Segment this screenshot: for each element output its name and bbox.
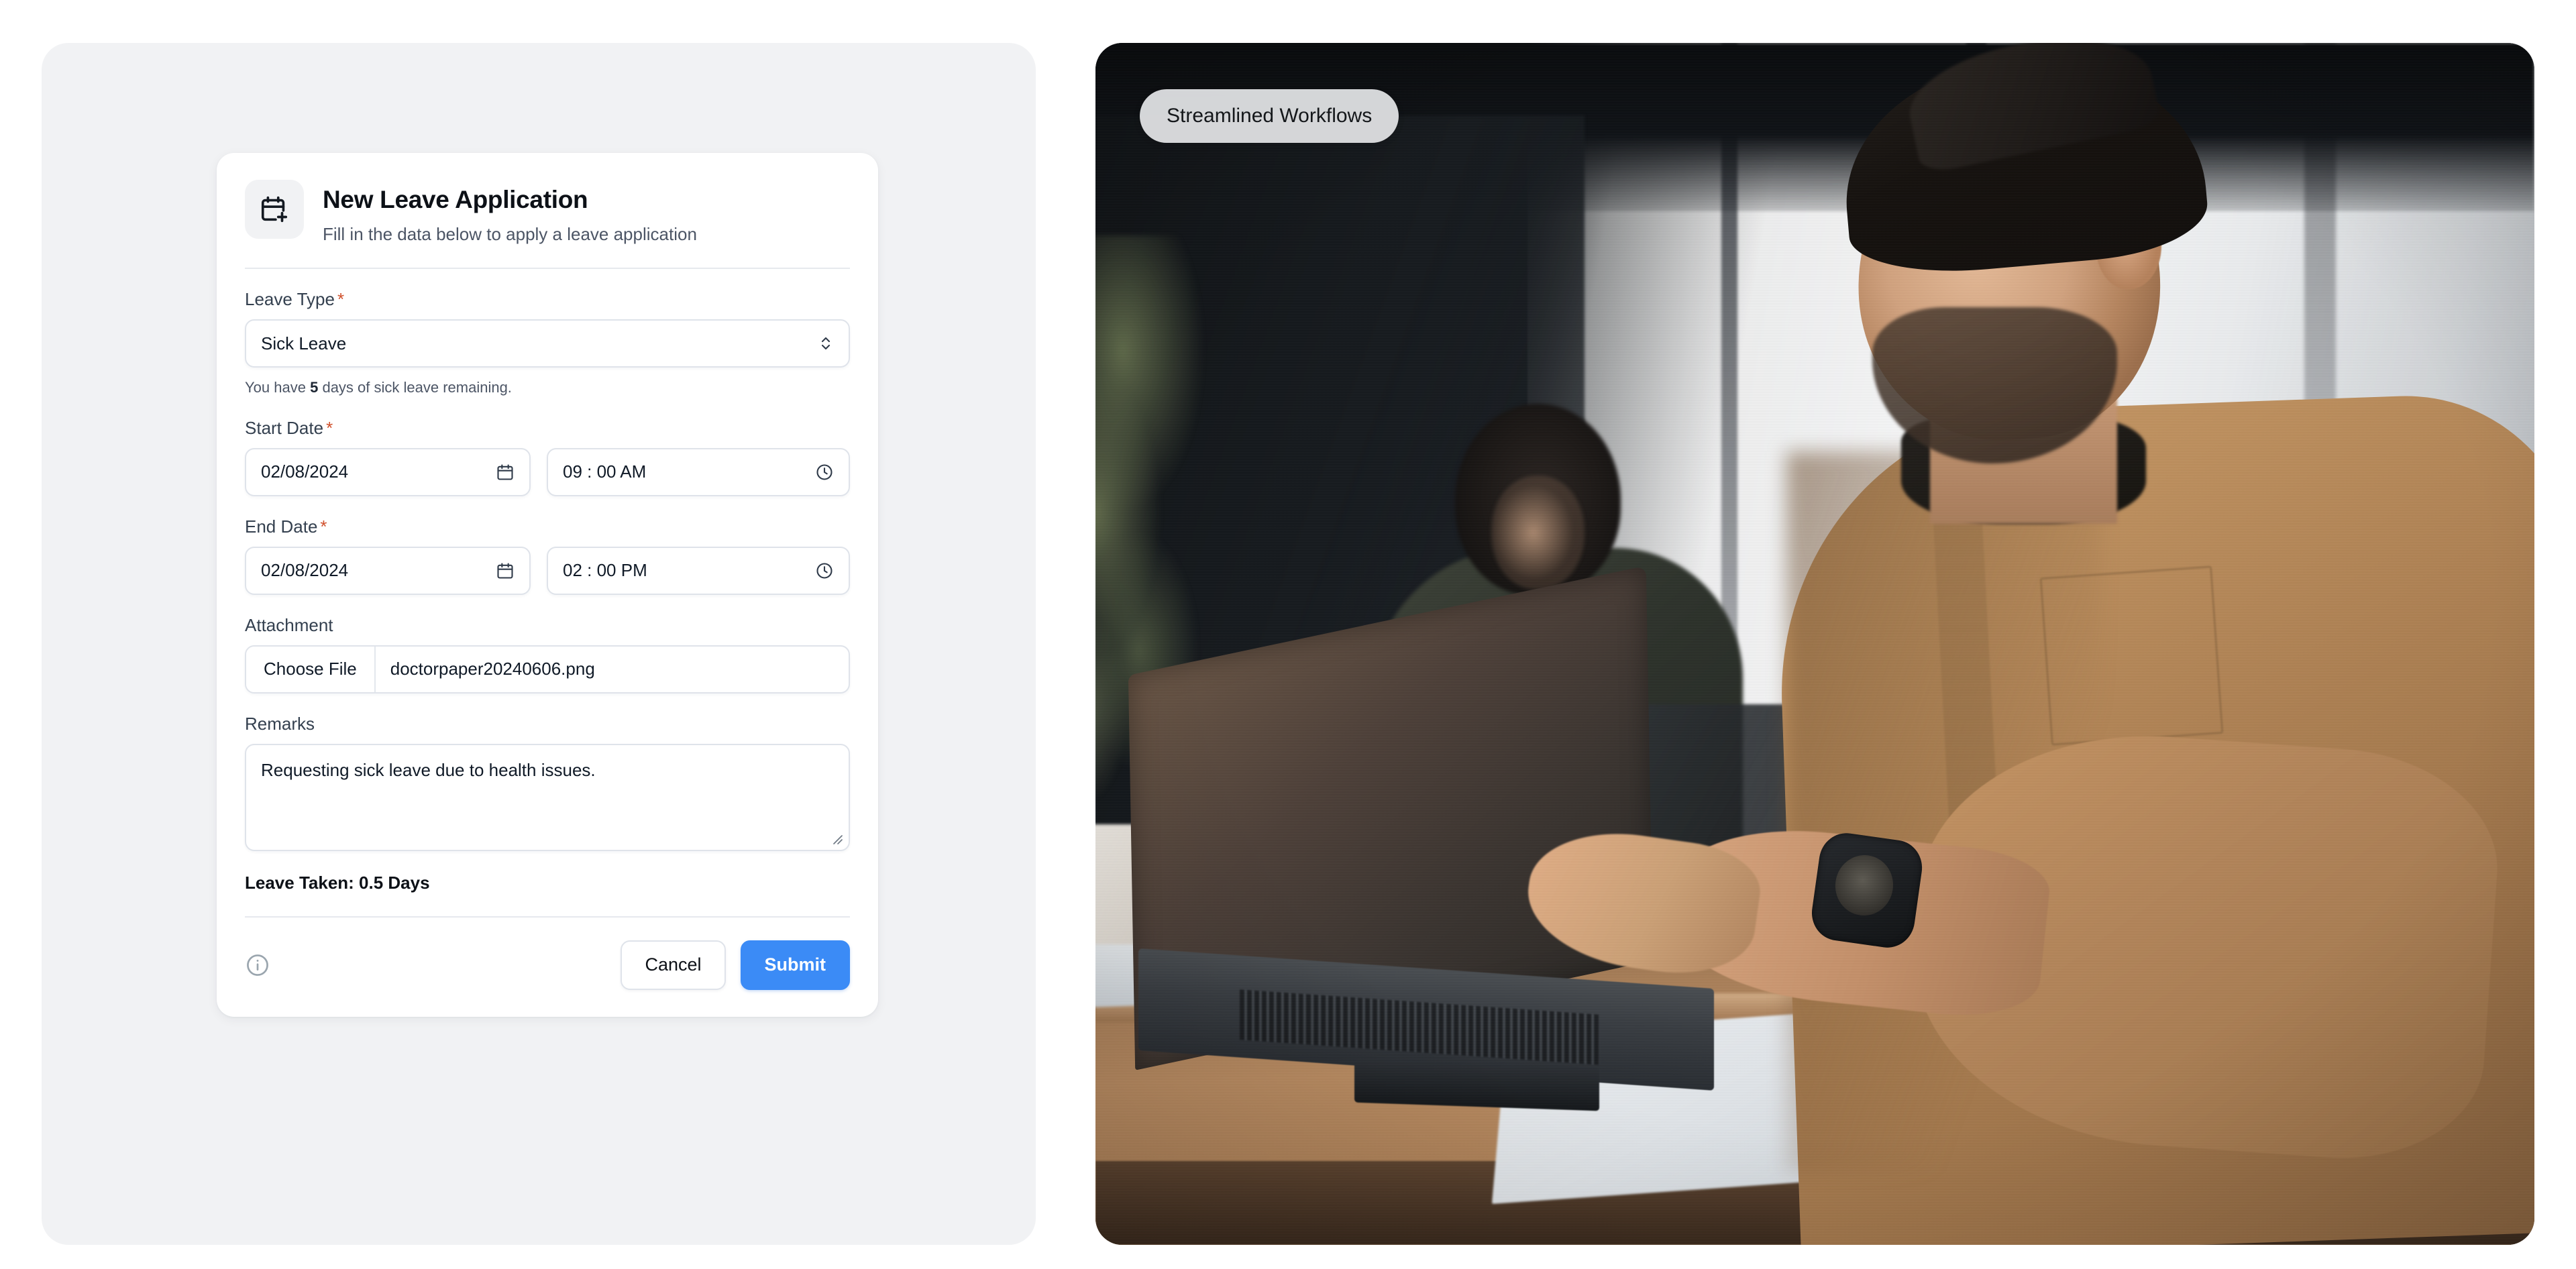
field-start-date: Start Date * 02/08/2024 09: 00 AM: [245, 418, 850, 496]
footer-buttons: Cancel Submit: [621, 940, 850, 990]
left-panel: New Leave Application Fill in the data b…: [42, 43, 1036, 1245]
start-date-value: 02/08/2024: [261, 461, 349, 482]
attachment-label: Attachment: [245, 614, 333, 635]
remarks-label: Remarks: [245, 713, 315, 734]
helper-prefix: You have: [245, 379, 306, 396]
start-date-label: Start Date *: [245, 418, 850, 439]
required-marker: *: [320, 516, 327, 537]
end-time-input[interactable]: 02 : 00 PM: [547, 546, 850, 595]
submit-button[interactable]: Submit: [740, 940, 850, 990]
end-date-row: 02/08/2024 02 : 00 PM: [245, 546, 850, 595]
start-date-label-text: Start Date: [245, 417, 324, 438]
office-photo: [1095, 43, 2534, 1245]
field-attachment: Attachment Choose File doctorpaper202406…: [245, 615, 850, 694]
choose-file-button[interactable]: Choose File: [246, 646, 376, 692]
calendar-icon[interactable]: [496, 463, 515, 482]
chevron-up-down-icon: [818, 333, 834, 354]
leave-application-card: New Leave Application Fill in the data b…: [217, 153, 878, 1017]
field-leave-type: Leave Type * Sick Leave You have 5 days o…: [245, 289, 850, 398]
app-root: New Leave Application Fill in the data b…: [0, 0, 2576, 1269]
helper-value: 5: [310, 379, 319, 396]
leave-type-select[interactable]: Sick Leave: [245, 319, 850, 368]
start-date-row: 02/08/2024 09 : 00 AM: [245, 447, 850, 496]
start-date-input[interactable]: 02/08/2024: [245, 447, 531, 496]
leave-type-helper: You have 5 days of sick leave remaining.: [245, 378, 850, 398]
end-time-value: 02 : 00 PM: [563, 560, 647, 581]
info-circle-icon[interactable]: [245, 952, 270, 978]
start-time-input[interactable]: 09 : 00 AM: [547, 447, 850, 496]
end-date-value: 02/08/2024: [261, 560, 349, 581]
card-header: New Leave Application Fill in the data b…: [245, 180, 850, 268]
resize-grip-icon[interactable]: [828, 830, 844, 846]
calendar-icon[interactable]: [496, 561, 515, 580]
start-time-value: 09 : 00 AM: [563, 461, 647, 482]
end-date-input[interactable]: 02/08/2024: [245, 546, 531, 595]
clock-icon[interactable]: [815, 463, 834, 482]
required-marker: *: [326, 417, 333, 438]
clock-icon[interactable]: [815, 561, 834, 580]
card-header-text: New Leave Application Fill in the data b…: [323, 180, 697, 245]
leave-type-value: Sick Leave: [261, 333, 347, 353]
leave-taken-summary: Leave Taken: 0.5 Days: [245, 872, 430, 893]
end-date-label-text: End Date: [245, 516, 318, 537]
cancel-button[interactable]: Cancel: [621, 940, 726, 990]
field-remarks: Remarks Requesting sick leave due to hea…: [245, 714, 850, 851]
leave-type-label-text: Leave Type: [245, 289, 335, 310]
card-footer: Cancel Submit: [245, 940, 850, 990]
page-title: New Leave Application: [323, 186, 588, 213]
remarks-value: Requesting sick leave due to health issu…: [261, 759, 596, 780]
end-date-label: End Date *: [245, 516, 850, 537]
card-subtitle: Fill in the data below to apply a leave …: [323, 223, 697, 244]
status-badge: Streamlined Workflows: [1140, 89, 1399, 143]
remarks-textarea[interactable]: Requesting sick leave due to health issu…: [245, 743, 850, 851]
helper-suffix: days of sick leave remaining.: [322, 379, 512, 396]
leave-type-label: Leave Type *: [245, 289, 850, 310]
field-end-date: End Date * 02/08/2024 02: 00 PM: [245, 516, 850, 595]
attachment-file-input[interactable]: Choose File doctorpaper20240606.png: [245, 645, 850, 694]
header-divider: [245, 268, 850, 270]
attachment-file-name: doctorpaper20240606.png: [390, 659, 595, 679]
required-marker: *: [337, 289, 345, 310]
footer-divider: [245, 916, 850, 918]
calendar-plus-icon: [245, 180, 304, 239]
photo-panel: Streamlined Workflows: [1095, 43, 2534, 1245]
